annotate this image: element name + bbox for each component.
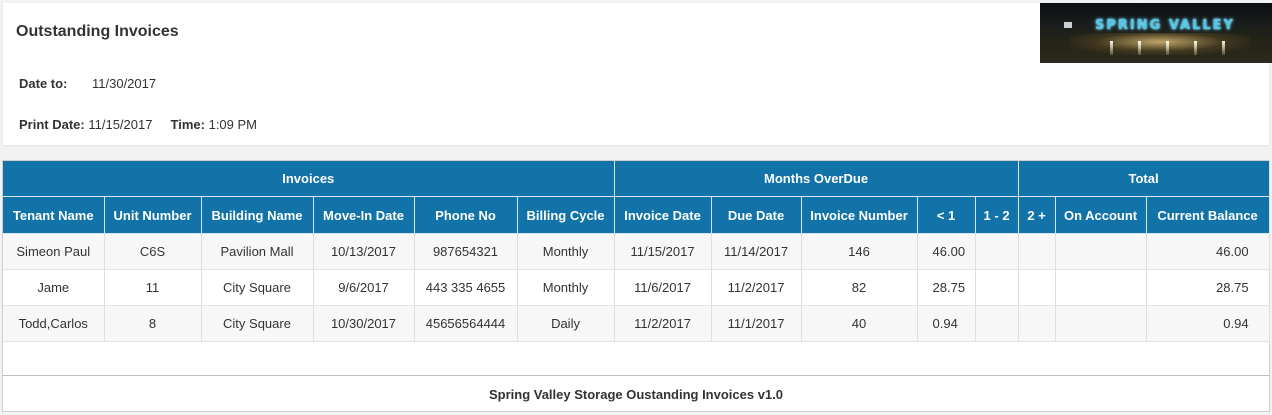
- cell-1-2: [975, 269, 1019, 306]
- cell-billing-cycle: Daily: [517, 305, 615, 342]
- logo-fountain: [1110, 41, 1113, 55]
- table-row[interactable]: Jame 11 City Square 9/6/2017 443 335 465…: [3, 269, 1270, 306]
- time-value: 1:09 PM: [208, 117, 258, 132]
- cell-phone-no: 443 335 4655: [414, 269, 518, 306]
- cell-lt-1: 28.75: [917, 269, 976, 306]
- cell-billing-cycle: Monthly: [517, 269, 615, 306]
- logo-fountain: [1194, 41, 1197, 55]
- cell-1-2: [975, 305, 1019, 342]
- cell-invoice-date: 11/6/2017: [614, 269, 712, 306]
- logo-fountain: [1222, 41, 1225, 55]
- column-header-current-balance[interactable]: Current Balance: [1146, 196, 1270, 234]
- table-row[interactable]: Simeon Paul C6S Pavilion Mall 10/13/2017…: [3, 233, 1270, 270]
- logo-fountain: [1166, 41, 1169, 55]
- report-header: Outstanding Invoices Date to: 11/30/2017…: [3, 3, 1272, 145]
- cell-tenant-name: Jame: [3, 269, 105, 306]
- cell-lt-1: 46.00: [917, 233, 976, 270]
- logo-text: SPRING VALLEY: [1095, 18, 1235, 33]
- cell-on-account: [1055, 305, 1147, 342]
- cell-2-plus: [1018, 305, 1056, 342]
- column-header-invoice-number[interactable]: Invoice Number: [801, 196, 918, 234]
- cell-move-in-date: 10/30/2017: [313, 305, 415, 342]
- company-logo: SPRING VALLEY: [1040, 3, 1272, 63]
- column-header-unit-number[interactable]: Unit Number: [104, 196, 202, 234]
- cell-unit-number: 11: [104, 269, 202, 306]
- group-header-invoices: Invoices: [3, 161, 615, 197]
- column-header-due-date[interactable]: Due Date: [711, 196, 802, 234]
- print-date-label: Print Date:: [19, 117, 85, 132]
- logo-fountain: [1138, 41, 1141, 55]
- cell-on-account: [1055, 233, 1147, 270]
- page-title: Outstanding Invoices: [16, 23, 179, 40]
- cell-move-in-date: 9/6/2017: [313, 269, 415, 306]
- report-footer: Spring Valley Storage Oustanding Invoice…: [3, 375, 1269, 412]
- column-header-building-name[interactable]: Building Name: [201, 196, 314, 234]
- cell-tenant-name: Simeon Paul: [3, 233, 105, 270]
- cell-building-name: City Square: [201, 269, 314, 306]
- cell-due-date: 11/1/2017: [711, 305, 802, 342]
- column-header-move-in-date[interactable]: Move-In Date: [313, 196, 415, 234]
- cell-tenant-name: Todd,Carlos: [3, 305, 105, 342]
- date-to-value: 11/30/2017: [92, 76, 157, 91]
- table-row[interactable]: Todd,Carlos 8 City Square 10/30/2017 456…: [3, 305, 1270, 342]
- cell-due-date: 11/2/2017: [711, 269, 802, 306]
- cell-phone-no: 45656564444: [414, 305, 518, 342]
- cell-move-in-date: 10/13/2017: [313, 233, 415, 270]
- cell-invoice-number: 146: [801, 233, 918, 270]
- cell-phone-no: 987654321: [414, 233, 518, 270]
- column-header-tenant-name[interactable]: Tenant Name: [3, 196, 105, 234]
- column-header-invoice-date[interactable]: Invoice Date: [614, 196, 712, 234]
- print-date-value: 11/15/2017: [88, 117, 153, 132]
- cell-building-name: City Square: [201, 305, 314, 342]
- cell-current-balance: 28.75: [1146, 269, 1270, 306]
- cell-building-name: Pavilion Mall: [201, 233, 314, 270]
- group-header-total: Total: [1018, 161, 1270, 197]
- column-header-on-account[interactable]: On Account: [1055, 196, 1147, 234]
- invoice-table: Invoices Months OverDue Total Tenant Nam…: [3, 161, 1270, 342]
- cell-due-date: 11/14/2017: [711, 233, 802, 270]
- cell-current-balance: 46.00: [1146, 233, 1270, 270]
- cell-invoice-number: 82: [801, 269, 918, 306]
- cell-invoice-number: 40: [801, 305, 918, 342]
- date-to-label: Date to:: [19, 76, 68, 91]
- cell-unit-number: C6S: [104, 233, 202, 270]
- cell-current-balance: 0.94: [1146, 305, 1270, 342]
- group-header-months-overdue: Months OverDue: [614, 161, 1019, 197]
- column-header-billing-cycle[interactable]: Billing Cycle: [517, 196, 615, 234]
- cell-on-account: [1055, 269, 1147, 306]
- cell-invoice-date: 11/15/2017: [614, 233, 712, 270]
- cell-unit-number: 8: [104, 305, 202, 342]
- column-header-1-2[interactable]: 1 - 2: [975, 196, 1019, 234]
- column-header-lt-1[interactable]: < 1: [917, 196, 976, 234]
- cell-lt-1: 0.94: [917, 305, 976, 342]
- column-header-phone-no[interactable]: Phone No: [414, 196, 518, 234]
- cell-invoice-date: 11/2/2017: [614, 305, 712, 342]
- date-to-row: Date to: 11/30/2017: [19, 76, 156, 91]
- column-header-2-plus[interactable]: 2 +: [1018, 196, 1056, 234]
- cell-2-plus: [1018, 269, 1056, 306]
- cell-1-2: [975, 233, 1019, 270]
- print-info-row: Print Date: 11/15/2017 Time: 1:09 PM: [19, 117, 257, 132]
- cell-2-plus: [1018, 233, 1056, 270]
- invoice-table-card: Invoices Months OverDue Total Tenant Nam…: [2, 160, 1270, 412]
- time-label: Time:: [170, 117, 205, 132]
- cell-billing-cycle: Monthly: [517, 233, 615, 270]
